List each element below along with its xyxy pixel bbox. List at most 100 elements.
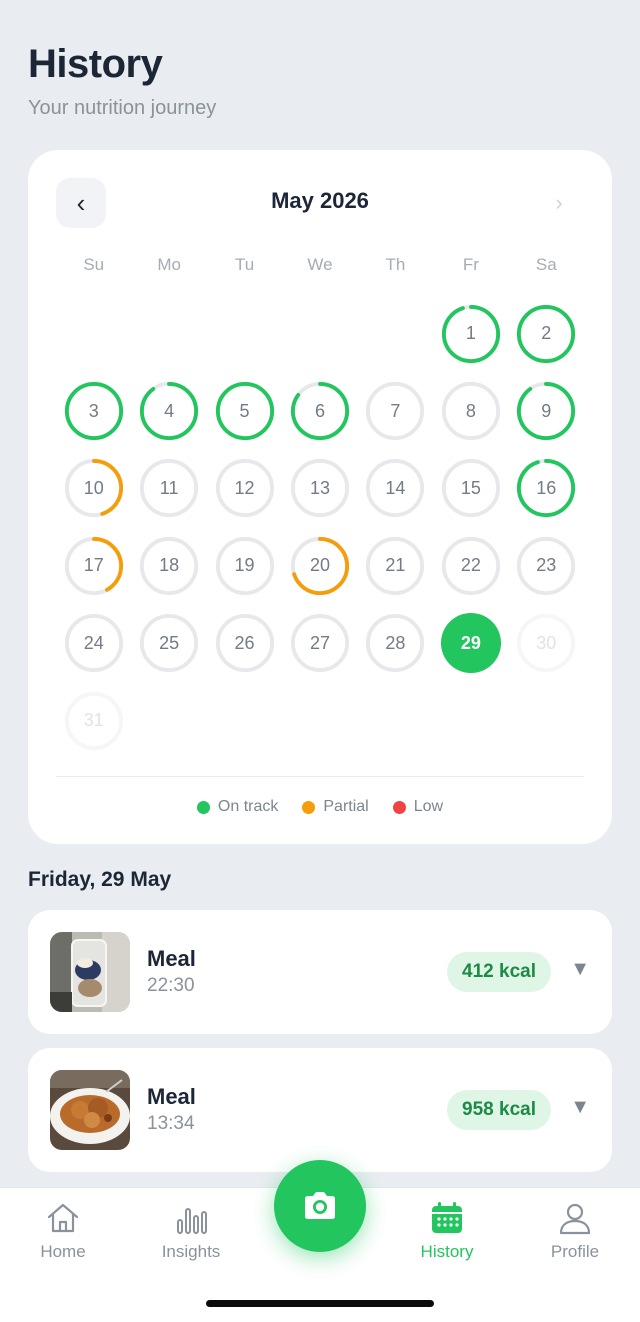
weekday-label: Fr bbox=[462, 255, 479, 274]
calendar-day[interactable]: 13 bbox=[282, 450, 357, 527]
status-legend: On track Partial Low bbox=[28, 798, 612, 816]
calendar-day[interactable]: 4 bbox=[131, 372, 206, 449]
home-indicator bbox=[206, 1300, 434, 1307]
day-number: 21 bbox=[385, 555, 406, 576]
calendar-day[interactable]: 20 bbox=[282, 527, 357, 604]
month-label: May 2026 bbox=[271, 188, 369, 213]
calendar-day[interactable]: 22 bbox=[433, 527, 508, 604]
calendar-day[interactable]: 8 bbox=[433, 372, 508, 449]
tab-profile[interactable]: Profile bbox=[520, 1200, 630, 1262]
calendar-day[interactable]: 27 bbox=[282, 605, 357, 682]
calendar-day[interactable]: 10 bbox=[56, 450, 131, 527]
calendar-day[interactable]: 3 bbox=[56, 372, 131, 449]
calendar-day[interactable]: 5 bbox=[207, 372, 282, 449]
user-icon bbox=[559, 1203, 591, 1235]
calendar-card: ‹ May 2026 › Su Mo Tu We Th Fr Sa 123456… bbox=[28, 150, 612, 844]
meal-photo-glass-icon bbox=[50, 932, 130, 1012]
calendar-day[interactable]: 21 bbox=[358, 527, 433, 604]
legend-item-partial: Partial bbox=[302, 798, 369, 816]
tab-insights[interactable]: Insights bbox=[136, 1200, 246, 1262]
calendar-day[interactable]: 17 bbox=[56, 527, 131, 604]
weekday-label: Su bbox=[83, 255, 105, 274]
weekday-label: Th bbox=[385, 255, 406, 274]
day-number: 7 bbox=[390, 400, 401, 421]
calendar-day[interactable]: 16 bbox=[509, 450, 584, 527]
chevron-down-icon[interactable]: ▼ bbox=[570, 958, 590, 981]
day-number: 11 bbox=[159, 477, 179, 498]
weekday-header: Su Mo Tu We Th Fr Sa bbox=[56, 255, 584, 275]
calendar-day[interactable]: 15 bbox=[433, 450, 508, 527]
calendar-day[interactable]: 19 bbox=[207, 527, 282, 604]
meal-time: 22:30 bbox=[147, 975, 195, 996]
day-number: 19 bbox=[234, 555, 255, 576]
tab-history[interactable]: History bbox=[392, 1200, 502, 1262]
tab-label: History bbox=[420, 1242, 474, 1261]
calendar-day[interactable]: 2 bbox=[509, 295, 584, 372]
bar-chart-icon bbox=[177, 1208, 207, 1234]
camera-capture-button[interactable] bbox=[274, 1160, 366, 1252]
day-number: 24 bbox=[83, 632, 104, 653]
day-number: 12 bbox=[234, 477, 255, 498]
meal-card[interactable]: Meal 22:30 412 kcal ▼ bbox=[28, 910, 612, 1034]
day-number: 4 bbox=[164, 400, 175, 421]
tab-label: Insights bbox=[161, 1242, 221, 1261]
day-number: 27 bbox=[309, 632, 330, 653]
day-number: 26 bbox=[234, 632, 255, 653]
day-number: 3 bbox=[88, 400, 99, 421]
weekday-label: Mo bbox=[157, 255, 181, 274]
calendar-day[interactable]: 6 bbox=[282, 372, 357, 449]
day-number: 2 bbox=[541, 323, 552, 344]
calendar-day[interactable]: 28 bbox=[358, 605, 433, 682]
day-number: 23 bbox=[536, 555, 557, 576]
selected-date-heading: Friday, 29 May bbox=[28, 868, 172, 891]
calendar-icon bbox=[432, 1202, 462, 1233]
day-number: 10 bbox=[83, 477, 104, 498]
calendar-empty-cell bbox=[207, 295, 282, 372]
day-number: 16 bbox=[536, 477, 557, 498]
calendar-day[interactable]: 23 bbox=[509, 527, 584, 604]
legend-label: Low bbox=[413, 798, 444, 815]
calendar-day[interactable]: 29 bbox=[433, 605, 508, 682]
calendar-day[interactable]: 7 bbox=[358, 372, 433, 449]
calendar-day[interactable]: 9 bbox=[509, 372, 584, 449]
chevron-down-icon[interactable]: ▼ bbox=[570, 1096, 590, 1119]
day-number: 15 bbox=[460, 477, 481, 498]
legend-item-low: Low bbox=[392, 798, 444, 816]
day-number: 9 bbox=[541, 400, 552, 421]
calendar-day[interactable]: 18 bbox=[131, 527, 206, 604]
kcal-badge: 412 kcal bbox=[447, 952, 551, 992]
day-number: 13 bbox=[309, 477, 330, 498]
meal-name: Meal bbox=[147, 1084, 196, 1109]
meal-time: 13:34 bbox=[147, 1113, 195, 1134]
calendar-empty-cell bbox=[131, 295, 206, 372]
calendar-day[interactable]: 11 bbox=[131, 450, 206, 527]
calendar-day[interactable]: 14 bbox=[358, 450, 433, 527]
tab-label: Profile bbox=[550, 1242, 600, 1261]
day-number: 8 bbox=[465, 400, 476, 421]
meal-photo-plate-icon bbox=[50, 1070, 130, 1150]
calendar-empty-cell bbox=[282, 295, 357, 372]
calendar-day[interactable]: 12 bbox=[207, 450, 282, 527]
legend-dot-icon bbox=[302, 800, 316, 814]
day-number: 30 bbox=[536, 632, 557, 653]
tab-home[interactable]: Home bbox=[8, 1200, 118, 1262]
meal-name: Meal bbox=[147, 946, 196, 971]
calendar-empty-cell bbox=[358, 295, 433, 372]
calendar-day[interactable]: 24 bbox=[56, 605, 131, 682]
calendar-day[interactable]: 25 bbox=[131, 605, 206, 682]
calendar-day[interactable]: 26 bbox=[207, 605, 282, 682]
weekday-label: We bbox=[307, 255, 333, 274]
calendar-day: 31 bbox=[56, 682, 131, 759]
calendar-day[interactable]: 1 bbox=[433, 295, 508, 372]
day-number: 6 bbox=[314, 400, 325, 421]
day-number: 5 bbox=[239, 400, 250, 421]
next-month-button[interactable]: › bbox=[534, 178, 584, 228]
chevron-right-icon: › bbox=[555, 190, 563, 215]
kcal-badge: 958 kcal bbox=[447, 1090, 551, 1130]
weekday-label: Tu bbox=[234, 255, 255, 274]
tab-label: Home bbox=[40, 1242, 86, 1261]
day-number: 18 bbox=[159, 555, 180, 576]
meal-card[interactable]: Meal 13:34 958 kcal ▼ bbox=[28, 1048, 612, 1172]
calendar-days-grid: 1 2 3 4 5 6 7 8 9 10 11 12 13 14 15 16 17 18 19 20 21 22 23 24 2… bbox=[56, 295, 584, 759]
legend-dot-icon bbox=[196, 800, 210, 814]
